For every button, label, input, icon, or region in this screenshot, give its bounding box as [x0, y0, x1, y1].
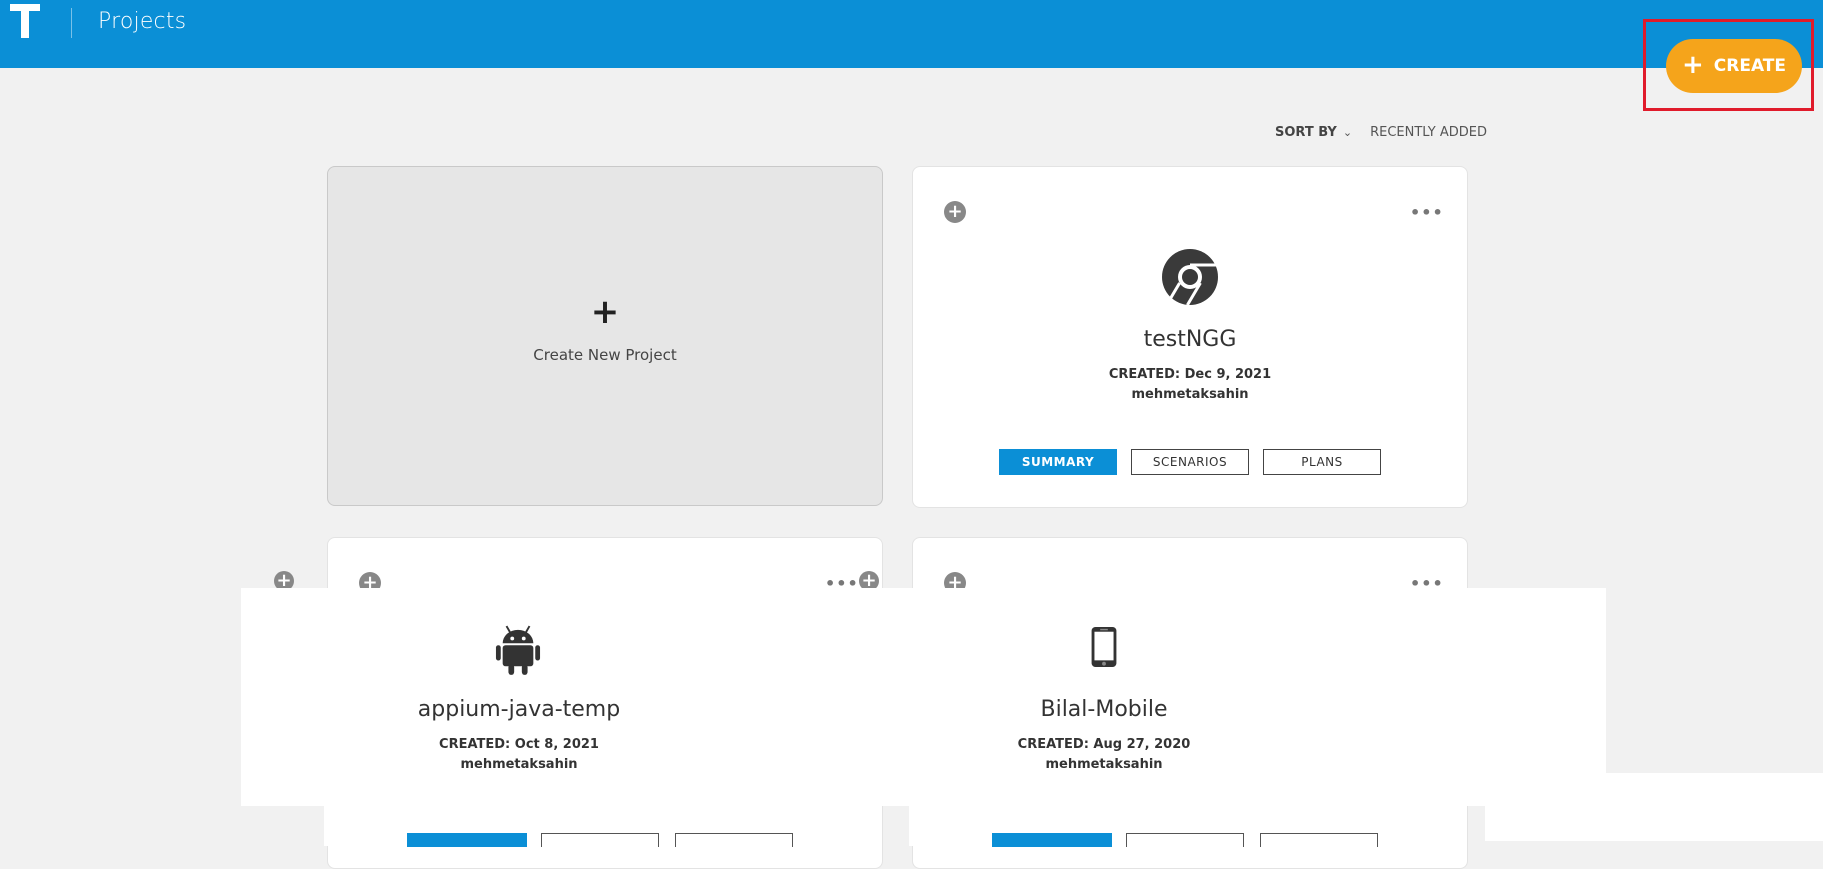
chrome-icon	[1162, 249, 1218, 306]
created-date: CREATED: Dec 9, 2021	[1108, 367, 1272, 382]
created-date: CREATED: Oct 8, 2021	[439, 737, 599, 752]
summary-button[interactable]	[407, 833, 527, 847]
create-new-project-label: Create New Project	[533, 346, 677, 364]
chevron-down-icon: ⌄	[1342, 126, 1353, 139]
plans-button[interactable]: PLANS	[1263, 449, 1381, 475]
project-owner: mehmetaksahin	[1131, 387, 1249, 402]
create-new-project-card[interactable]: + Create New Project	[327, 166, 883, 506]
more-options-icon[interactable]: •••	[1410, 203, 1444, 222]
page-title: Projects	[98, 9, 187, 34]
scenarios-button[interactable]	[1126, 833, 1244, 847]
top-bar: Projects	[0, 0, 1823, 68]
project-name[interactable]: testNGG	[913, 327, 1467, 352]
summary-button[interactable]: SUMMARY	[999, 449, 1117, 475]
project-card: + ••• testNGG CREATED: Dec 9, 2021 mehme…	[912, 166, 1468, 508]
project-name[interactable]: appium-java-temp	[241, 697, 797, 722]
plus-icon: +	[1681, 50, 1704, 80]
bottom-card-strip	[909, 806, 1465, 847]
project-owner: mehmetaksahin	[460, 757, 578, 772]
sort-label: SORT BY	[1275, 125, 1337, 140]
bottom-card-strip	[324, 806, 880, 847]
project-name[interactable]: Bilal-Mobile	[826, 697, 1382, 722]
overlay-card: appium-java-temp CREATED: Oct 8, 2021 me…	[241, 588, 797, 806]
create-button-label: CREATE	[1713, 56, 1787, 76]
app-logo[interactable]	[10, 4, 40, 38]
scenarios-button[interactable]: SCENARIOS	[1131, 449, 1249, 475]
overlay-card: Bilal-Mobile CREATED: Aug 27, 2020 mehme…	[826, 588, 1382, 806]
android-icon	[495, 625, 541, 675]
scenarios-button[interactable]	[541, 833, 659, 847]
sort-control[interactable]: SORT BY ⌄ RECENTLY ADDED	[1275, 125, 1487, 140]
add-icon[interactable]: +	[944, 201, 966, 223]
bottom-card-strip	[1485, 773, 1823, 841]
sort-value[interactable]: RECENTLY ADDED	[1370, 125, 1487, 140]
project-actions: SUMMARY SCENARIOS PLANS	[913, 449, 1467, 475]
create-button[interactable]: + CREATE	[1666, 39, 1802, 93]
plans-button[interactable]	[675, 833, 793, 847]
summary-button[interactable]	[992, 833, 1112, 847]
mobile-phone-icon	[1091, 626, 1117, 668]
created-date: CREATED: Aug 27, 2020	[1017, 737, 1191, 752]
project-owner: mehmetaksahin	[1045, 757, 1163, 772]
header-divider	[71, 8, 72, 38]
plus-icon: +	[590, 292, 620, 332]
plans-button[interactable]	[1260, 833, 1378, 847]
